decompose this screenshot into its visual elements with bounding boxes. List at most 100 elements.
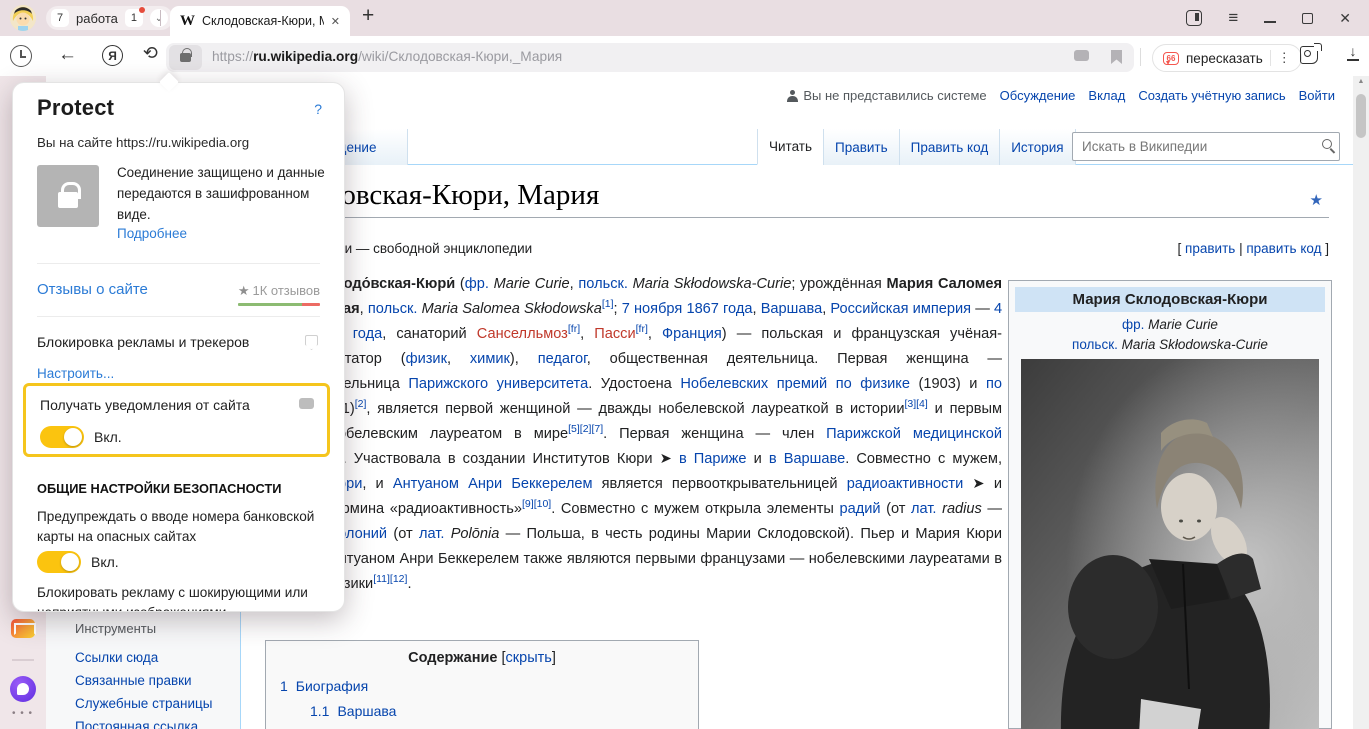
minimize-button[interactable] xyxy=(1264,21,1276,23)
url-field[interactable]: https://ru.wikipedia.org/wiki/Склодовска… xyxy=(166,43,1134,72)
personal-link-contribs[interactable]: Вклад xyxy=(1088,88,1125,103)
featured-star-icon[interactable]: ★ xyxy=(1310,191,1323,209)
toggle-state-label: Вкл. xyxy=(94,429,122,445)
lock-icon xyxy=(58,192,78,208)
tab-read[interactable]: Читать xyxy=(757,129,823,165)
mail-icon[interactable] xyxy=(11,619,35,638)
tab-group-badge[interactable]: 1 xyxy=(125,9,143,27)
sidebar-link-whatlinkshere[interactable]: Ссылки сюда xyxy=(75,650,212,665)
protect-popup: Protect ? Вы на сайте https://ru.wikiped… xyxy=(12,82,345,612)
section-edit-links[interactable]: [ править | править код ] xyxy=(1178,241,1329,256)
url-path: /wiki/Склодовская-Кюри,_Мария xyxy=(358,49,562,64)
rail-overflow-dots[interactable]: • • • xyxy=(12,708,33,719)
tab-edit-source[interactable]: Править код xyxy=(899,129,1000,165)
rephrase-label: пересказать xyxy=(1186,51,1263,66)
tab-edit[interactable]: Править xyxy=(823,129,899,165)
chevron-down-icon[interactable]: ⌄ xyxy=(150,9,168,27)
rail-divider xyxy=(12,659,34,661)
scroll-up-icon[interactable]: ▲ xyxy=(1353,78,1369,85)
back-button[interactable]: ← xyxy=(58,44,77,66)
card-warning-toggle-row: Вкл. xyxy=(37,551,119,573)
reviews-count: 1К отзывов xyxy=(252,283,320,298)
configure-link[interactable]: Настроить... xyxy=(37,366,114,381)
alice-assistant-icon[interactable] xyxy=(10,676,36,702)
card-warning-label: Предупреждать о вводе номера банковской … xyxy=(37,507,319,547)
infobox: Мария Склодовская-Кюри фр. Marie Curie п… xyxy=(1008,280,1332,729)
page-scrollbar[interactable]: ▲ xyxy=(1353,76,1369,729)
infobox-title: Мария Склодовская-Кюри xyxy=(1015,287,1325,312)
article-title-row: Склодовская-Кюри, Мария ★ xyxy=(265,179,1329,218)
tab-group-pill[interactable]: 7 работа 1 ⌄ xyxy=(46,6,173,30)
help-icon[interactable]: ? xyxy=(314,101,322,117)
toc-item-biography[interactable]: 1Биография xyxy=(280,678,684,694)
browser-window: 7 работа 1 ⌄ W Склодовская-Кюри, Ма ✕ + … xyxy=(0,0,1369,729)
download-icon[interactable]: ↓ xyxy=(1346,44,1360,61)
notification-dot xyxy=(139,7,145,13)
avatar-girl-icon xyxy=(10,5,36,31)
search-input[interactable] xyxy=(1072,132,1340,161)
sidebar-header: Инструменты xyxy=(75,621,212,636)
toc-item-warsaw[interactable]: 1.1Варшава xyxy=(310,703,684,719)
view-tabs: Читать Править Править код История xyxy=(757,129,1076,165)
tab-history[interactable]: История xyxy=(999,129,1075,165)
personal-link-talk[interactable]: Обсуждение xyxy=(1000,88,1076,103)
notifications-toggle[interactable] xyxy=(40,426,84,448)
more-vertical-icon[interactable]: ⋮ xyxy=(1278,50,1291,66)
yandex-logo-icon[interactable]: Я xyxy=(102,45,123,66)
secure-lock-tile xyxy=(37,165,99,227)
notifications-toggle-row: Вкл. xyxy=(40,426,122,448)
toc-heading[interactable]: Содержание [скрыть] xyxy=(280,650,684,666)
security-section-header: ОБЩИЕ НАСТРОЙКИ БЕЗОПАСНОСТИ xyxy=(37,481,282,496)
table-of-contents: Содержание [скрыть] 1Биография 1.1Варшав… xyxy=(265,640,699,729)
protect-title: Protect xyxy=(37,95,114,121)
window-controls: ≡ ✕ xyxy=(1186,0,1369,36)
collections-tag-icon[interactable] xyxy=(1300,46,1318,64)
bookmark-icon[interactable] xyxy=(1111,50,1122,64)
sidebar-link-special[interactable]: Служебные страницы xyxy=(75,696,212,711)
rating-bar xyxy=(238,303,320,306)
portrait-photo[interactable] xyxy=(1021,359,1319,729)
refresh-button[interactable]: ⟳ xyxy=(143,43,158,64)
site-reviews-link[interactable]: Отзывы о сайте xyxy=(37,281,148,298)
user-person-icon xyxy=(787,90,798,101)
personal-bar: Вы не представились системе Обсуждение В… xyxy=(787,88,1335,103)
notifications-highlight-box: Получать уведомления от сайта Вкл. xyxy=(23,383,330,457)
rephrase-button[interactable]: 66 пересказать ⋮ xyxy=(1152,44,1302,72)
toolbar-separator xyxy=(1140,48,1141,66)
divider xyxy=(37,316,320,317)
adblock-label: Блокировка рекламы и трекеров xyxy=(37,334,249,350)
personal-link-login[interactable]: Войти xyxy=(1299,88,1335,103)
profile-avatar[interactable] xyxy=(10,5,36,31)
scrollbar-thumb[interactable] xyxy=(1356,94,1366,138)
close-button[interactable]: ✕ xyxy=(1339,10,1351,27)
history-clock-icon[interactable] xyxy=(10,45,32,67)
menu-icon[interactable]: ≡ xyxy=(1228,8,1238,28)
tab-close-icon[interactable]: ✕ xyxy=(331,15,340,28)
wiki-search[interactable] xyxy=(1072,132,1340,161)
wiki-tools-sidebar: Инструменты Ссылки сюда Связанные правки… xyxy=(75,621,212,729)
active-tab[interactable]: W Склодовская-Кюри, Ма ✕ xyxy=(170,6,350,36)
notifications-label: Получать уведомления от сайта xyxy=(40,397,250,413)
url-text[interactable]: https://ru.wikipedia.org/wiki/Склодовска… xyxy=(212,49,562,64)
sidebar-link-related[interactable]: Связанные правки xyxy=(75,673,212,688)
url-scheme: https:// xyxy=(212,49,253,64)
article-lead-paragraph: Мари́я Склодо́вская-Кюри́ (фр. Marie Cur… xyxy=(265,272,1002,597)
site-lock-chip[interactable] xyxy=(169,45,202,70)
tab-divider xyxy=(160,10,161,26)
wikipedia-favicon: W xyxy=(180,13,195,30)
tab-group-name[interactable]: работа xyxy=(76,11,118,26)
tab-group-count-badge[interactable]: 7 xyxy=(51,9,69,27)
search-magnifier-icon[interactable] xyxy=(1322,139,1332,149)
card-warning-toggle[interactable] xyxy=(37,551,81,573)
tab-title: Склодовская-Кюри, Ма xyxy=(202,14,324,28)
side-panel-icon[interactable] xyxy=(1186,10,1202,26)
new-tab-button[interactable]: + xyxy=(362,4,374,28)
personal-link-create-account[interactable]: Создать учётную запись xyxy=(1138,88,1285,103)
maximize-button[interactable] xyxy=(1302,13,1313,24)
details-link[interactable]: Подробнее xyxy=(117,226,187,241)
shocking-ads-label: Блокировать рекламу с шокирующими или не… xyxy=(37,583,325,612)
sidebar-link-permanent[interactable]: Постоянная ссылка xyxy=(75,719,212,729)
comments-icon[interactable] xyxy=(1074,50,1089,61)
reviews-rating: ★1К отзывов xyxy=(238,283,320,306)
infobox-polish-name: польск. Maria Skłodowska-Curie xyxy=(1013,337,1327,352)
